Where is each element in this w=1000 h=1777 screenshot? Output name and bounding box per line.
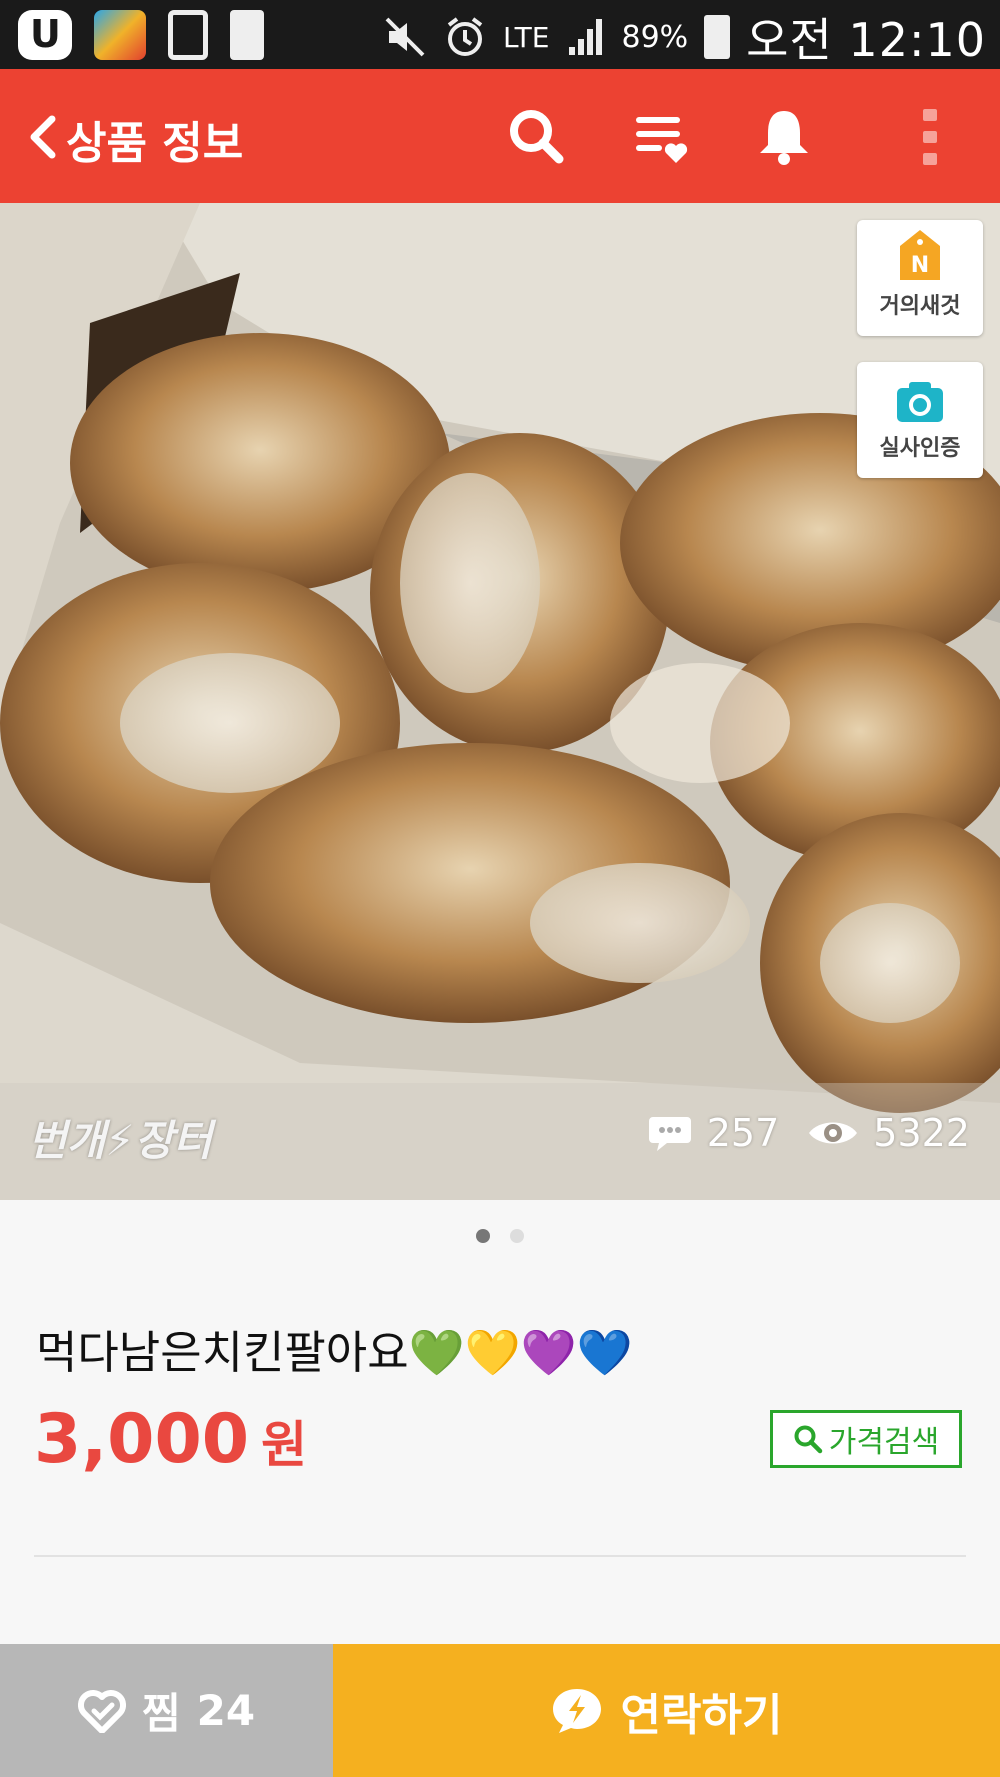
divider (34, 1555, 966, 1557)
status-bar: LTE 89% 오전 12:10 (0, 0, 1000, 69)
zzim-button[interactable]: 찜 24 (0, 1644, 333, 1777)
new-tag-icon: N (900, 230, 940, 280)
photo-pager (0, 1229, 1000, 1243)
currency-label: 원 (261, 1416, 308, 1474)
battery-percent: 89% (621, 19, 689, 55)
page-title: 상품 정보 (66, 118, 244, 169)
eye-icon (809, 1122, 858, 1144)
contact-button[interactable]: 연락하기 (333, 1644, 1000, 1777)
alarm-icon (447, 17, 483, 56)
photo-verified-badge: 실사인증 (857, 362, 983, 478)
clock: 오전 12:10 (746, 13, 986, 67)
new-tag-letter: N (911, 253, 929, 278)
view-count: 5322 (873, 1111, 970, 1155)
more-vertical-icon[interactable] (898, 105, 962, 169)
battery-icon (704, 15, 731, 59)
notification-icons (18, 10, 264, 60)
search-icon (794, 1425, 823, 1454)
zzim-count: 24 (196, 1686, 256, 1735)
product-photo[interactable]: N 거의새것 실사인증 번개⚡장터 257 5322 (0, 203, 1000, 1200)
contact-label: 연락하기 (620, 1689, 783, 1741)
wishlist-icon[interactable] (630, 105, 694, 169)
app-bar: 상품 정보 (0, 69, 1000, 203)
device-clock-icon (168, 10, 208, 60)
bell-icon[interactable] (752, 105, 816, 169)
u-plus-icon (18, 10, 72, 60)
product-title: 먹다남은치킨팔아요💚💛💜💙 (36, 1326, 633, 1379)
photo-verified-label: 실사인증 (879, 436, 961, 461)
heart-icon (77, 1689, 126, 1733)
pager-dot-1[interactable] (476, 1229, 490, 1243)
bottom-action-bar: 찜 24 연락하기 (0, 1644, 1000, 1777)
bunjang-watermark: 번개⚡장터 (28, 1116, 213, 1165)
search-icon[interactable] (505, 105, 569, 169)
photo-stats: 257 5322 (647, 1111, 970, 1155)
camera-icon (897, 382, 943, 422)
comment-count: 257 (706, 1111, 780, 1155)
system-indicators: LTE 89% 오전 12:10 (383, 4, 986, 70)
signal-icon (569, 19, 603, 55)
mute-icon (385, 17, 425, 57)
recycle-battery-icon (230, 10, 264, 60)
lightning-chat-icon (552, 1688, 601, 1733)
zzim-label: 찜 (141, 1689, 181, 1738)
network-type: LTE (502, 20, 550, 54)
product-price: 3,000 (34, 1400, 250, 1479)
netmarble-app-icon (94, 10, 146, 60)
pager-dot-2[interactable] (510, 1229, 524, 1243)
price-search-label: 가격검색 (828, 1425, 940, 1460)
comment-icon (648, 1117, 691, 1151)
chicken-photo-image (0, 203, 1000, 1200)
like-new-badge: N 거의새것 (857, 220, 983, 336)
price-search-button[interactable]: 가격검색 (770, 1410, 962, 1468)
price-row: 3,000 원 (34, 1400, 307, 1479)
like-new-label: 거의새것 (879, 294, 961, 319)
